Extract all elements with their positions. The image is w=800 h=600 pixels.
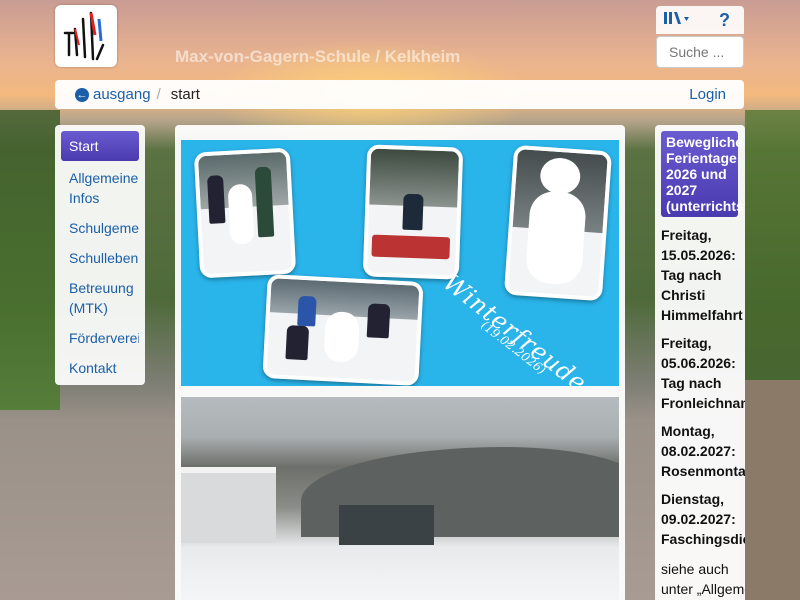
breadcrumb-back-link[interactable]: ← ausgang: [75, 86, 151, 103]
main-content: Winterfreude (19.02.2026): [175, 125, 625, 600]
holiday-entry-line: 15.05.2026:: [661, 247, 736, 263]
school-logo-icon: [63, 11, 105, 61]
holiday-entry-line: Tag nach: [661, 375, 722, 391]
photo-snowman-1: [193, 147, 297, 279]
holiday-entry: Freitag, 05.06.2026: Tag nach Fronleichn…: [661, 333, 745, 413]
winterfreude-banner[interactable]: Winterfreude (19.02.2026): [181, 140, 619, 386]
holiday-entry-line: Fronleichnam: [661, 395, 745, 411]
school-name: Max-von-Gagern-Schule / Kelkheim: [175, 47, 461, 66]
holiday-entry-line: Freitag,: [661, 227, 712, 243]
holiday-entry-line: Faschingsdienstag: [661, 531, 745, 547]
breadcrumb-separator: /: [156, 86, 161, 103]
photo-snowman-4: [262, 273, 424, 386]
sidebar-item-start[interactable]: Start: [61, 131, 139, 161]
holiday-heading-line: 2027: [666, 182, 698, 198]
school-annex: [339, 505, 434, 545]
photo-snowman-2: [362, 144, 464, 280]
school-logo[interactable]: [55, 5, 117, 67]
holiday-entry-line: Montag,: [661, 423, 715, 439]
holiday-entry-line: Himmelfahrt: [661, 307, 743, 323]
sidebar-item-foerderverein[interactable]: Förderverein: [61, 325, 139, 351]
holiday-heading-line: Ferientage: [666, 150, 737, 166]
school-building: [181, 467, 276, 543]
snow-schoolyard-photo[interactable]: [181, 397, 619, 600]
search-input[interactable]: [656, 36, 744, 68]
holiday-entry-line: Dienstag,: [661, 491, 725, 507]
header-tools: ?: [656, 6, 744, 34]
holiday-entry-line: Freitag,: [661, 335, 712, 351]
background-trees-left: [0, 110, 60, 410]
holiday-entry: Dienstag, 09.02.2027: Faschingsdienstag: [661, 489, 745, 549]
arrow-left-icon: ←: [75, 87, 89, 102]
holiday-heading-line: Bewegliche: [666, 134, 744, 150]
holiday-heading-line: 2026 und: [666, 166, 727, 182]
holiday-entry-line: 05.06.2026:: [661, 355, 736, 371]
breadcrumb: ← ausgang / start Login: [55, 80, 744, 109]
holiday-entry-line: 09.02.2027:: [661, 511, 736, 527]
holiday-box-heading: Bewegliche Ferientage 2026 und 2027 (unt…: [661, 131, 745, 217]
breadcrumb-current: start: [170, 86, 200, 103]
background-courtyard: [740, 380, 800, 600]
holiday-entry-line: Christi: [661, 287, 706, 303]
language-selector[interactable]: [664, 11, 690, 29]
sidebar-item-schulgemeinde[interactable]: Schulgemeinde: [61, 215, 139, 241]
holiday-note-line[interactable]: unter „Allgemeine: [661, 579, 745, 599]
breadcrumb-back-label: ausgang: [93, 86, 151, 103]
sidebar-item-betreuung[interactable]: Betreuung (MTK): [61, 275, 139, 321]
holiday-entry-line: Tag nach: [661, 267, 722, 283]
holiday-box: Bewegliche Ferientage 2026 und 2027 (unt…: [655, 125, 745, 600]
sidebar-item-allgemeine-infos[interactable]: Allgemeine Infos: [61, 165, 139, 211]
photo-snowman-3: [503, 144, 613, 302]
language-icon: [664, 12, 689, 24]
holiday-note-line: siehe auch: [661, 561, 729, 577]
holiday-note: siehe auch unter „Allgemeine: [661, 559, 745, 599]
holiday-entry-line: Rosenmontag: [661, 463, 745, 479]
sidebar-item-kontakt[interactable]: Kontakt: [61, 355, 139, 381]
background-trees-right: [745, 110, 800, 380]
holiday-entry: Montag, 08.02.2027: Rosenmontag: [661, 421, 745, 481]
holiday-heading-line: (unterrichtsfrei): [666, 198, 745, 214]
help-button[interactable]: ?: [719, 10, 730, 31]
holiday-entry: Freitag, 15.05.2026: Tag nach Christi Hi…: [661, 225, 745, 325]
sidebar-nav: Start Allgemeine Infos Schulgemeinde Sch…: [55, 125, 145, 385]
login-link[interactable]: Login: [689, 86, 726, 103]
holiday-entry-line: 08.02.2027:: [661, 443, 736, 459]
sidebar-item-schulleben[interactable]: Schulleben: [61, 245, 139, 271]
